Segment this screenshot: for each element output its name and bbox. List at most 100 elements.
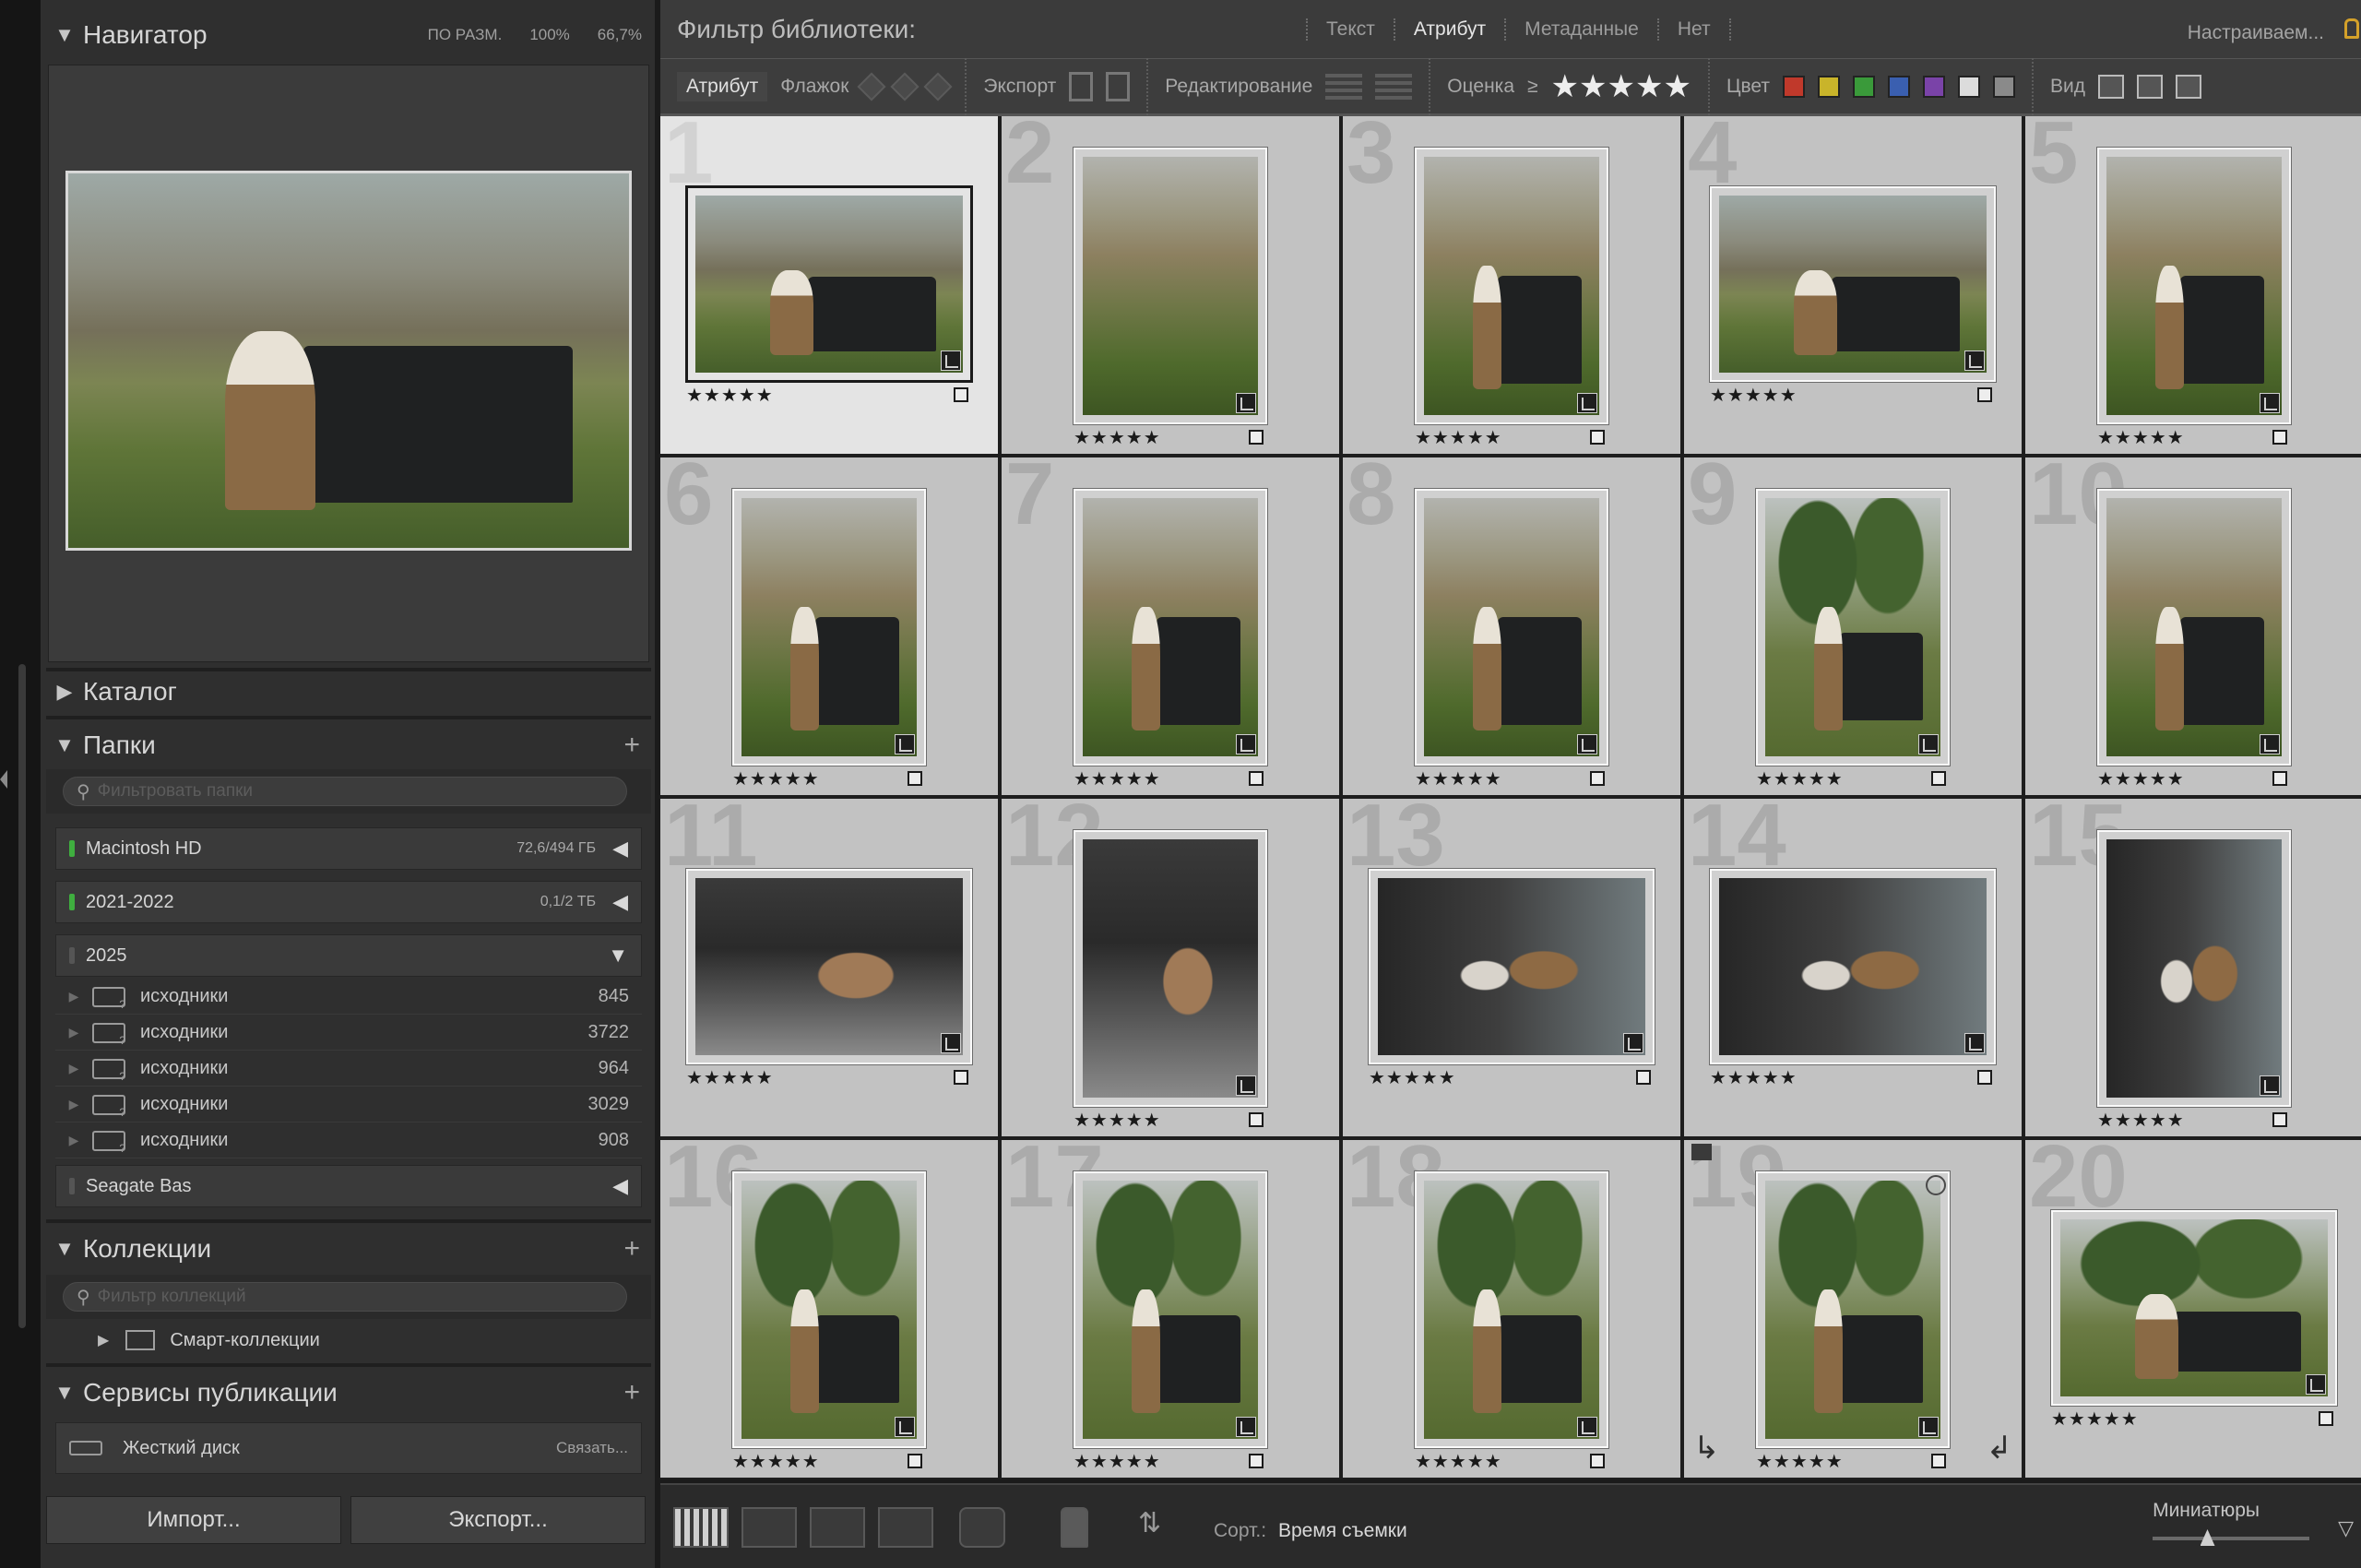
grid-cell[interactable]: 12 ★★★★★ <box>1002 799 1339 1136</box>
edited-filter-icon[interactable] <box>1325 73 1363 100</box>
filter-preset-select[interactable]: Настраиваем... <box>2188 22 2324 44</box>
rating-stars[interactable]: ★★★★★ <box>1756 767 1844 790</box>
rating-stars[interactable]: ★★★★★ <box>1369 1066 1456 1089</box>
grid-cell[interactable]: 3 ★★★★★ <box>1343 116 1680 454</box>
stack-end-icon[interactable]: ↲ <box>1987 1430 2013 1467</box>
grid-cell[interactable]: 16 ★★★★★ <box>660 1140 998 1478</box>
color-swatch-red[interactable] <box>1783 75 1806 98</box>
thumbnail[interactable] <box>1755 488 1951 766</box>
rating-stars[interactable]: ★★★★★ <box>2097 426 2185 449</box>
collections-expand-icon[interactable]: ▼ <box>46 1237 83 1261</box>
folder-disclosure-icon[interactable]: ▶ <box>55 1025 92 1040</box>
develop-adjusted-icon[interactable] <box>1964 1033 1985 1053</box>
thumbnail[interactable] <box>1368 868 1655 1065</box>
publish-expand-icon[interactable]: ▼ <box>46 1381 83 1405</box>
volume-seagate[interactable]: Seagate Bas ◀ <box>55 1165 642 1207</box>
rating-operator[interactable]: ≥ <box>1527 76 1538 98</box>
rating-stars[interactable]: ★★★★★ <box>1074 1450 1161 1473</box>
folder-row[interactable]: ▶ исходники 908 <box>55 1123 642 1158</box>
smart-collections-disclosure-icon[interactable]: ▶ <box>98 1331 109 1349</box>
add-collection-icon[interactable]: + <box>623 1233 640 1265</box>
develop-adjusted-icon[interactable] <box>1623 1033 1643 1053</box>
thumbnail[interactable] <box>1755 1170 1951 1449</box>
volume-collapse-icon[interactable]: ◀ <box>612 890 628 914</box>
rating-stars[interactable]: ★★★★★ <box>2097 1109 2185 1132</box>
quick-collection-checkbox[interactable] <box>908 1454 922 1468</box>
develop-adjusted-icon[interactable] <box>1236 1417 1256 1437</box>
navigator-preview-area[interactable] <box>48 65 649 662</box>
quick-collection-checkbox[interactable] <box>1590 1454 1605 1468</box>
view-master-icon[interactable] <box>2098 74 2125 99</box>
thumbnail[interactable] <box>1073 147 1268 425</box>
rating-stars-filter[interactable]: ★★★★★ <box>1551 71 1691 102</box>
sort-select[interactable]: Время съемки <box>1278 1520 1407 1542</box>
smart-collections-item[interactable]: ▶ Смарт-коллекции <box>55 1319 642 1361</box>
export-button[interactable]: Экспорт... <box>350 1496 646 1544</box>
tab-text[interactable]: Текст <box>1306 18 1394 41</box>
quick-collection-checkbox[interactable] <box>2272 430 2287 445</box>
folder-row[interactable]: ▶ исходники 964 <box>55 1051 642 1087</box>
folder-row[interactable]: ▶ исходники 845 <box>55 980 642 1015</box>
quick-collection-checkbox[interactable] <box>1977 387 1992 402</box>
thumbnail[interactable] <box>2096 147 2292 425</box>
grid-cell[interactable]: 18 ★★★★★ <box>1343 1140 1680 1478</box>
grid-view-icon[interactable] <box>673 1507 729 1548</box>
develop-adjusted-icon[interactable] <box>1918 734 1939 754</box>
develop-adjusted-icon[interactable] <box>1236 734 1256 754</box>
grid-cell[interactable]: 10 ★★★★★ <box>2025 457 2361 795</box>
develop-adjusted-icon[interactable] <box>2260 1075 2280 1096</box>
develop-adjusted-icon[interactable] <box>895 734 915 754</box>
publish-services-header[interactable]: ▼ Сервисы публикации + <box>46 1367 651 1419</box>
folder-disclosure-icon[interactable]: ▶ <box>55 989 92 1004</box>
color-swatch-green[interactable] <box>1853 75 1876 98</box>
folder-disclosure-icon[interactable]: ▶ <box>55 1133 92 1148</box>
tab-metadata[interactable]: Метаданные <box>1504 18 1657 41</box>
people-view-icon[interactable] <box>959 1507 1005 1548</box>
thumbnail[interactable] <box>1414 488 1609 766</box>
volume-2025[interactable]: 2025 ▼ <box>55 934 642 977</box>
volume-collapse-icon[interactable]: ◀ <box>612 837 628 861</box>
import-button[interactable]: Импорт... <box>46 1496 341 1544</box>
color-swatch-purple[interactable] <box>1923 75 1946 98</box>
develop-adjusted-icon[interactable] <box>941 350 961 371</box>
grid-cell[interactable]: 13 ★★★★★ <box>1343 799 1680 1136</box>
grid-cell[interactable]: 5 ★★★★★ <box>2025 116 2361 454</box>
navigator-preview-image[interactable] <box>65 171 632 551</box>
sort-direction-icon[interactable]: ⇅ <box>1138 1507 1192 1548</box>
thumbnail[interactable] <box>1073 829 1268 1108</box>
grid-cell[interactable]: 15 ★★★★★ <box>2025 799 2361 1136</box>
flag-rejected-icon[interactable] <box>923 71 953 101</box>
develop-adjusted-icon[interactable] <box>2306 1374 2326 1395</box>
rating-stars[interactable]: ★★★★★ <box>2051 1408 2139 1431</box>
volume-2021-2022[interactable]: 2021-2022 0,1/2 ТБ ◀ <box>55 881 642 923</box>
view-video-icon[interactable] <box>2176 74 2202 99</box>
survey-view-icon[interactable] <box>878 1507 933 1548</box>
catalog-expand-icon[interactable]: ▶ <box>46 680 83 704</box>
folder-row[interactable]: ▶ исходники 3722 <box>55 1016 642 1051</box>
grid-cell[interactable]: 2 ★★★★★ <box>1002 116 1339 454</box>
color-swatch-blue[interactable] <box>1888 75 1911 98</box>
catalog-header[interactable]: ▶ Каталог <box>46 666 651 718</box>
tab-attribute[interactable]: Атрибут <box>1393 18 1504 41</box>
thumbnail[interactable] <box>2050 1209 2338 1407</box>
view-virtual-icon[interactable] <box>2137 74 2164 99</box>
collapse-left-panel-icon[interactable] <box>0 770 7 789</box>
develop-adjusted-icon[interactable] <box>895 1417 915 1437</box>
rating-stars[interactable]: ★★★★★ <box>1074 767 1161 790</box>
quick-collection-checkbox[interactable] <box>1590 430 1605 445</box>
quick-collection-checkbox[interactable] <box>1977 1070 1992 1085</box>
rating-stars[interactable]: ★★★★★ <box>1756 1450 1844 1473</box>
rating-stars[interactable]: ★★★★★ <box>686 1066 774 1089</box>
rating-stars[interactable]: ★★★★★ <box>1710 384 1797 407</box>
flag-corner-icon[interactable] <box>1691 1144 1712 1160</box>
develop-adjusted-icon[interactable] <box>1236 393 1256 413</box>
color-swatch-yellow[interactable] <box>1818 75 1841 98</box>
quick-collection-checkbox[interactable] <box>954 1070 968 1085</box>
grid-cell[interactable]: 11 ★★★★★ <box>660 799 998 1136</box>
grid-cell[interactable]: 7 ★★★★★ <box>1002 457 1339 795</box>
develop-adjusted-icon[interactable] <box>2260 734 2280 754</box>
add-publish-service-icon[interactable]: + <box>623 1377 640 1408</box>
rating-stars[interactable]: ★★★★★ <box>686 384 774 407</box>
thumbnail[interactable] <box>1073 1170 1268 1449</box>
volume-expand-icon[interactable]: ▼ <box>608 944 628 968</box>
